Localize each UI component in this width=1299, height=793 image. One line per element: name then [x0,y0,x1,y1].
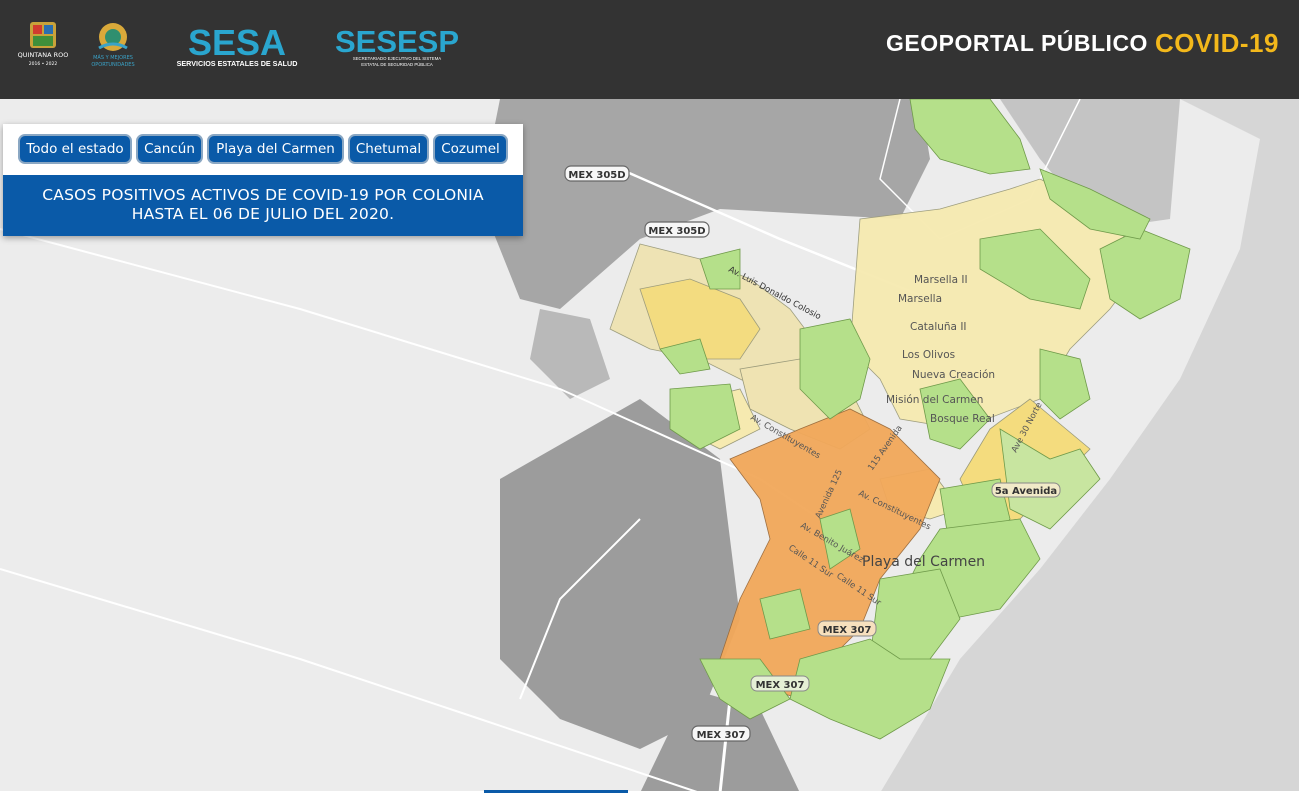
place-label-nueva-creacion: Nueva Creación [912,369,995,381]
road-shield-mex305d-2: MEX 305D [644,221,710,238]
place-label-bosque-real: Bosque Real [930,413,995,425]
sesesp-logo-title: SESESP [335,24,459,59]
sesa-logo-title: SESA [188,24,286,63]
map-title: CASOS POSITIVOS ACTIVOS DE COVID-19 POR … [3,175,523,236]
road-shield-mex307-2: MEX 307 [750,675,810,692]
header-bar: QUINTANA ROO 2016 • 2022 MÁS Y MEJORES O… [0,0,1299,99]
button-cozumel[interactable]: Cozumel [433,134,508,164]
button-cancun[interactable]: Cancún [136,134,203,164]
mas-logo-line1: MÁS Y MEJORES [93,54,133,61]
map-title-line1: CASOS POSITIVOS ACTIVOS DE COVID-19 POR … [42,186,484,204]
svg-text:MEX 305D: MEX 305D [648,226,705,237]
svg-text:MEX 307: MEX 307 [756,680,805,691]
sesesp-logo-line2: ESTATAL DE SEGURIDAD PÚBLICA [361,62,433,67]
place-label-cataluna-ii: Cataluña II [910,321,967,333]
road-shield-mex307-1: MEX 307 [817,620,877,637]
city-button-row: Todo el estado Cancún Playa del Carmen C… [3,134,523,164]
gob-logo-years: 2016 • 2022 [29,61,58,67]
sesa-logo: SESA SERVICIOS ESTATALES DE SALUD [177,24,298,68]
svg-text:MEX 307: MEX 307 [697,730,746,741]
svg-text:5a Avenida: 5a Avenida [995,486,1057,497]
road-shield-5a-avenida: 5a Avenida [991,482,1061,498]
portal-subtitle: COVID-19 [1155,28,1279,58]
mas-y-mejores-logo: MÁS Y MEJORES OPORTUNIDADES [91,23,135,68]
svg-text:MEX 307: MEX 307 [823,625,872,636]
control-panel: Todo el estado Cancún Playa del Carmen C… [3,124,523,236]
map-title-line2: HASTA EL 06 DE JULIO DEL 2020. [131,205,395,223]
sesesp-logo-line1: SECRETARIADO EJECUTIVO DEL SISTEMA [353,56,441,61]
mas-logo-line2: OPORTUNIDADES [91,62,134,68]
sesesp-logo: SESESP SECRETARIADO EJECUTIVO DEL SISTEM… [335,24,459,67]
city-label: Playa del Carmen [862,554,985,570]
quintana-roo-logo: QUINTANA ROO 2016 • 2022 [18,22,69,67]
place-label-marsella: Marsella [898,293,942,305]
place-label-los-olivos: Los Olivos [902,349,955,361]
place-label-mision-del-carmen: Misión del Carmen [886,394,983,406]
place-label-marsella-ii: Marsella II [914,274,968,286]
portal-title: GEOPORTAL PÚBLICO [886,30,1148,56]
button-playa-del-carmen[interactable]: Playa del Carmen [207,134,344,164]
road-shield-mex305d-1: MEX 305D [564,165,630,182]
sesa-logo-subtitle: SERVICIOS ESTATALES DE SALUD [177,59,298,68]
svg-text:MEX 305D: MEX 305D [568,170,625,181]
button-todo-el-estado[interactable]: Todo el estado [18,134,132,164]
gob-logo-name: QUINTANA ROO [18,51,69,59]
road-shield-mex307-3: MEX 307 [691,725,751,742]
button-chetumal[interactable]: Chetumal [348,134,429,164]
